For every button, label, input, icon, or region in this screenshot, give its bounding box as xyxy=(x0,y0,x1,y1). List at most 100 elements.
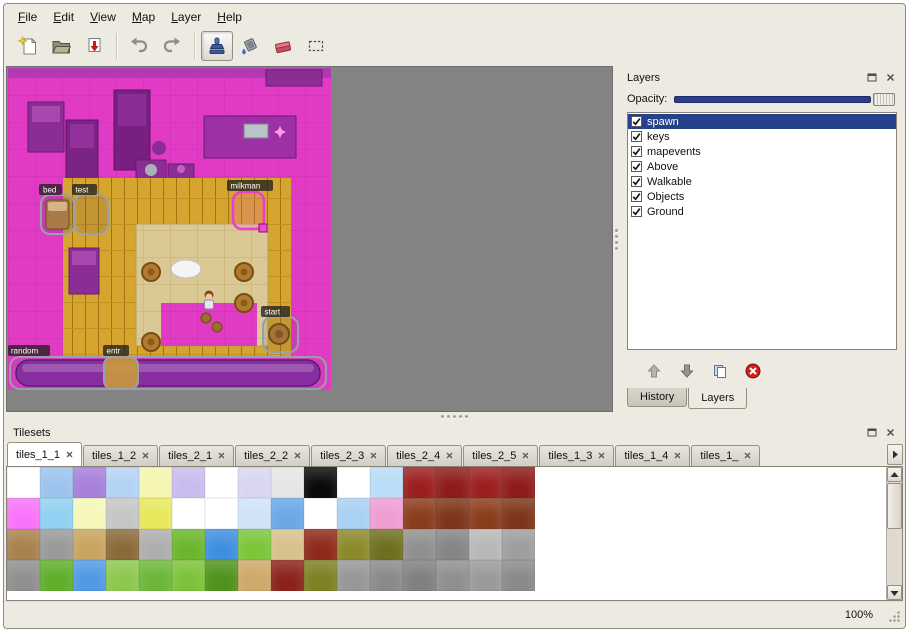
tile-2-1[interactable] xyxy=(40,529,73,560)
tileset-tab-tiles_1_3[interactable]: tiles_1_3 xyxy=(539,445,614,466)
opacity-slider-handle[interactable] xyxy=(873,93,895,106)
tile-1-12[interactable] xyxy=(403,498,436,529)
tile-0-13[interactable] xyxy=(436,467,469,498)
tile-3-4[interactable] xyxy=(139,560,172,591)
menu-item-layer[interactable]: Layer xyxy=(163,8,209,27)
tile-3-1[interactable] xyxy=(40,560,73,591)
menu-item-file[interactable]: File xyxy=(10,8,45,27)
tile-1-3[interactable] xyxy=(106,498,139,529)
tile-1-15[interactable] xyxy=(502,498,535,529)
tile-2-9[interactable] xyxy=(304,529,337,560)
eraser-button[interactable] xyxy=(267,31,299,61)
tile-2-6[interactable] xyxy=(205,529,238,560)
tilesets-float-button[interactable] xyxy=(864,425,880,440)
bucket-fill-button[interactable] xyxy=(234,31,266,61)
layer-row-keys[interactable]: keys xyxy=(628,129,896,144)
tile-0-7[interactable] xyxy=(238,467,271,498)
scroll-up-button[interactable] xyxy=(887,467,902,482)
layer-visibility-checkbox[interactable] xyxy=(631,131,642,142)
tileset-tab-tiles_2_4[interactable]: tiles_2_4 xyxy=(387,445,462,466)
tile-0-12[interactable] xyxy=(403,467,436,498)
scrollbar-thumb[interactable] xyxy=(887,483,902,529)
bottom-tab-history[interactable]: History xyxy=(627,388,687,407)
tab-close-button[interactable] xyxy=(598,450,605,462)
layer-row-spawn[interactable]: spawn xyxy=(628,114,896,129)
tile-3-11[interactable] xyxy=(370,560,403,591)
bottom-tab-layers[interactable]: Layers xyxy=(688,388,747,409)
map-object-entr[interactable] xyxy=(104,357,138,389)
layer-row-ground[interactable]: Ground xyxy=(628,204,896,219)
delete-layer-button[interactable] xyxy=(741,359,765,383)
tab-close-button[interactable] xyxy=(674,450,681,462)
tile-0-8[interactable] xyxy=(271,467,304,498)
open-button[interactable] xyxy=(45,31,77,61)
vertical-splitter[interactable] xyxy=(613,66,620,412)
tileset-tab-tiles_2_3[interactable]: tiles_2_3 xyxy=(311,445,386,466)
tile-3-12[interactable] xyxy=(403,560,436,591)
tab-close-button[interactable] xyxy=(294,450,301,462)
tile-0-10[interactable] xyxy=(337,467,370,498)
tile-3-8[interactable] xyxy=(271,560,304,591)
tile-1-14[interactable] xyxy=(469,498,502,529)
tile-3-3[interactable] xyxy=(106,560,139,591)
tab-close-button[interactable] xyxy=(218,450,225,462)
tile-1-6[interactable] xyxy=(205,498,238,529)
duplicate-layer-button[interactable] xyxy=(708,359,732,383)
tab-close-button[interactable] xyxy=(744,450,751,462)
menu-item-edit[interactable]: Edit xyxy=(45,8,82,27)
tileset-tab-tiles_2_5[interactable]: tiles_2_5 xyxy=(463,445,538,466)
save-button[interactable] xyxy=(78,31,110,61)
undo-button[interactable] xyxy=(123,31,155,61)
menu-item-map[interactable]: Map xyxy=(124,8,163,27)
map-view[interactable]: bed test milkman start xyxy=(6,66,613,412)
tile-1-4[interactable] xyxy=(139,498,172,529)
map-object-milkman[interactable] xyxy=(233,192,267,232)
layer-row-mapevents[interactable]: mapevents xyxy=(628,144,896,159)
tile-0-5[interactable] xyxy=(172,467,205,498)
tile-0-0[interactable] xyxy=(7,467,40,498)
tab-close-button[interactable] xyxy=(66,449,73,461)
tile-3-15[interactable] xyxy=(502,560,535,591)
horizontal-splitter[interactable] xyxy=(4,412,905,421)
tile-2-3[interactable] xyxy=(106,529,139,560)
layers-close-button[interactable] xyxy=(882,70,898,85)
tile-1-11[interactable] xyxy=(370,498,403,529)
resize-grip[interactable] xyxy=(888,610,901,623)
opacity-slider[interactable] xyxy=(674,91,895,107)
layer-visibility-checkbox[interactable] xyxy=(631,146,642,157)
tab-close-button[interactable] xyxy=(370,450,377,462)
map-object-test[interactable] xyxy=(75,195,108,234)
stamp-brush-button[interactable] xyxy=(201,31,233,61)
tile-0-15[interactable] xyxy=(502,467,535,498)
tile-2-11[interactable] xyxy=(370,529,403,560)
layers-float-button[interactable] xyxy=(864,70,880,85)
tile-1-1[interactable] xyxy=(40,498,73,529)
map-object-start[interactable] xyxy=(263,317,298,352)
tile-2-13[interactable] xyxy=(436,529,469,560)
tileset-tab-tiles_1_2[interactable]: tiles_1_2 xyxy=(83,445,158,466)
layer-visibility-checkbox[interactable] xyxy=(631,191,642,202)
tile-0-14[interactable] xyxy=(469,467,502,498)
tile-3-9[interactable] xyxy=(304,560,337,591)
layer-row-objects[interactable]: Objects xyxy=(628,189,896,204)
tab-close-button[interactable] xyxy=(446,450,453,462)
lower-layer-button[interactable] xyxy=(675,359,699,383)
tile-2-8[interactable] xyxy=(271,529,304,560)
tile-2-14[interactable] xyxy=(469,529,502,560)
tile-0-11[interactable] xyxy=(370,467,403,498)
layer-row-walkable[interactable]: Walkable xyxy=(628,174,896,189)
new-button[interactable] xyxy=(12,31,44,61)
tab-close-button[interactable] xyxy=(142,450,149,462)
tab-scroll-right-button[interactable] xyxy=(887,444,903,465)
tilesets-close-button[interactable] xyxy=(882,425,898,440)
layer-visibility-checkbox[interactable] xyxy=(631,161,642,172)
redo-button[interactable] xyxy=(156,31,188,61)
tile-2-15[interactable] xyxy=(502,529,535,560)
tile-2-0[interactable] xyxy=(7,529,40,560)
tile-0-1[interactable] xyxy=(40,467,73,498)
raise-layer-button[interactable] xyxy=(642,359,666,383)
tile-0-9[interactable] xyxy=(304,467,337,498)
tile-2-5[interactable] xyxy=(172,529,205,560)
layer-visibility-checkbox[interactable] xyxy=(631,176,642,187)
tileset-tab-tiles_1_1[interactable]: tiles_1_1 xyxy=(7,442,82,466)
